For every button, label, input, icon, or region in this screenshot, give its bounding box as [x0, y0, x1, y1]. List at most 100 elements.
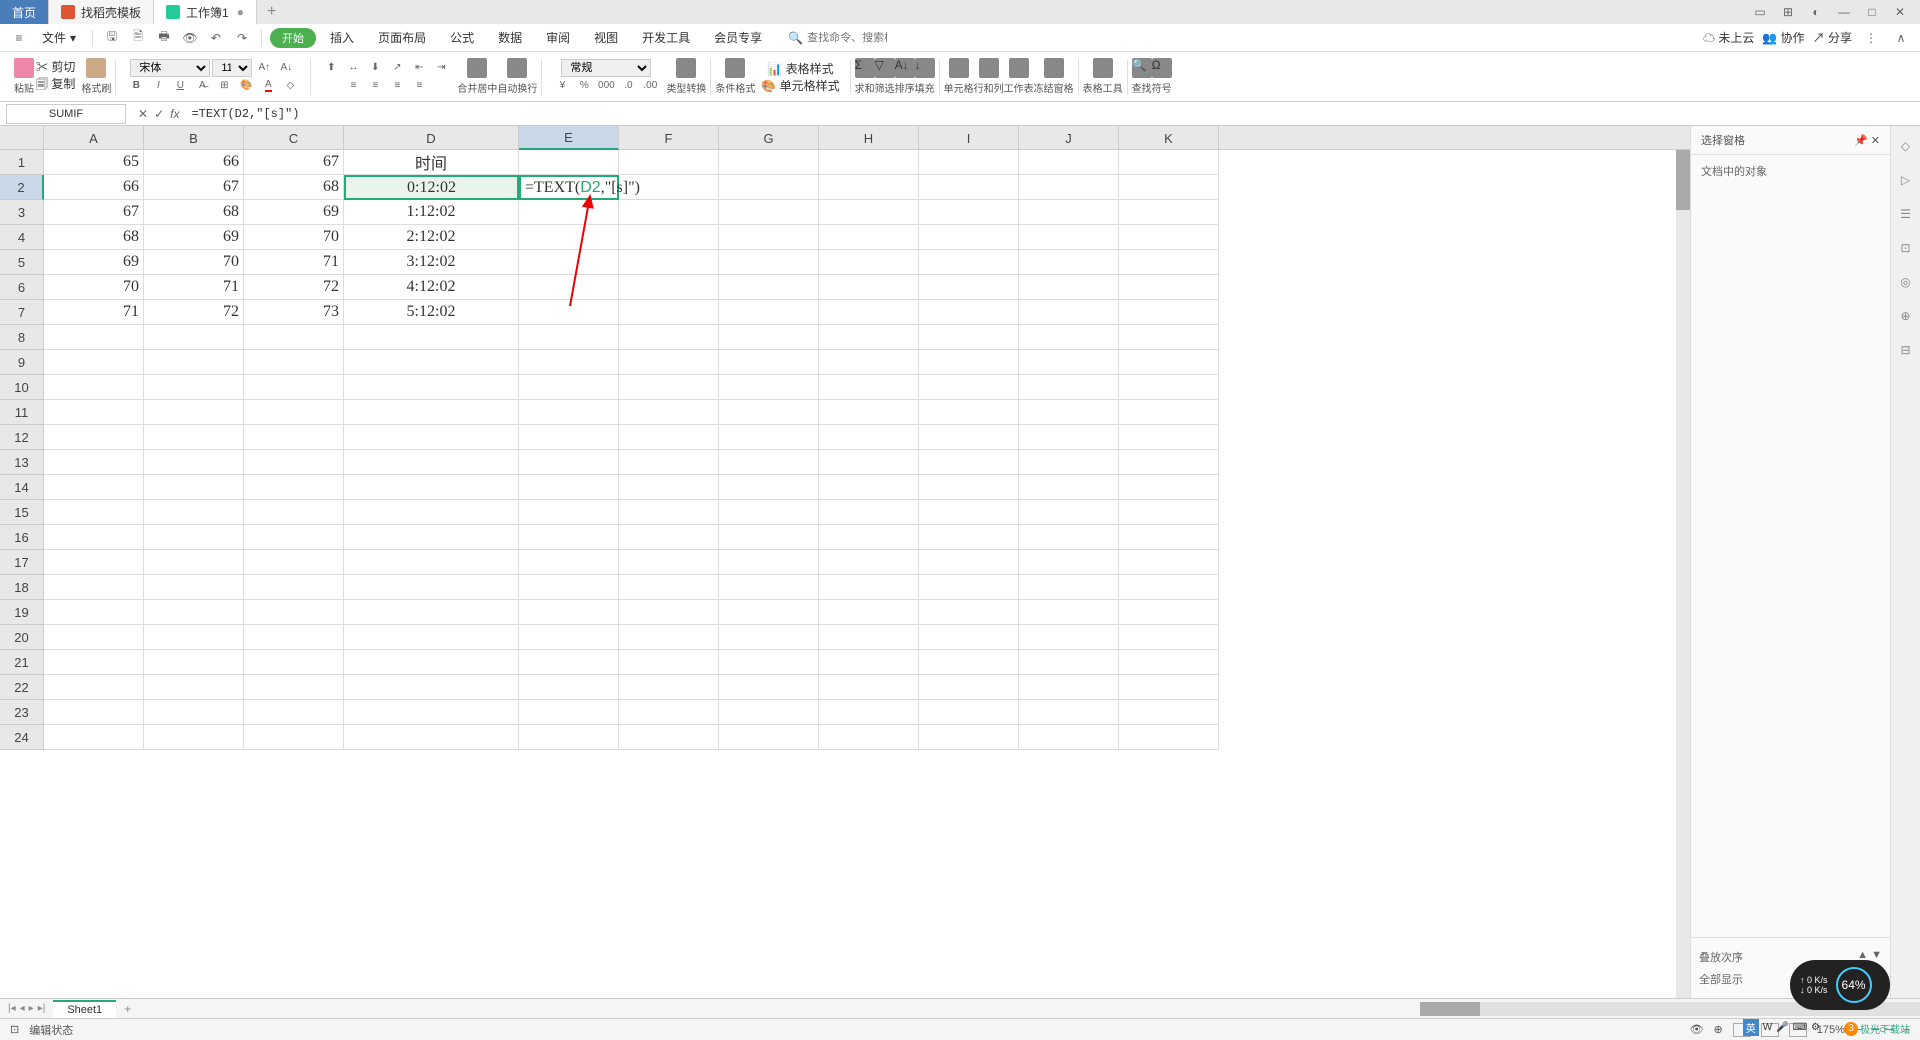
cell[interactable]	[1019, 175, 1119, 200]
cell-button[interactable]: 单元格	[944, 58, 974, 95]
col-header-b[interactable]: B	[144, 126, 244, 150]
format-painter-button[interactable]: 格式刷	[81, 58, 111, 95]
cancel-formula-icon[interactable]: ✕	[138, 107, 148, 121]
row-header[interactable]: 16	[0, 525, 44, 550]
cell[interactable]	[719, 175, 819, 200]
more-icon[interactable]: ⋮	[1860, 27, 1882, 49]
cell[interactable]	[1119, 525, 1219, 550]
cell[interactable]	[619, 225, 719, 250]
accept-formula-icon[interactable]: ✓	[154, 107, 164, 121]
cell[interactable]: 71	[44, 300, 144, 325]
cell[interactable]	[244, 575, 344, 600]
cell[interactable]	[819, 725, 919, 750]
hamburger-icon[interactable]: ≡	[8, 27, 30, 49]
cell[interactable]: 4:12:02	[344, 275, 519, 300]
cell[interactable]	[144, 575, 244, 600]
row-header[interactable]: 2	[0, 175, 44, 200]
cell[interactable]	[344, 425, 519, 450]
cell[interactable]	[519, 650, 619, 675]
share-button[interactable]: ↗ 分享	[1813, 29, 1852, 46]
tab-add-button[interactable]: +	[257, 3, 286, 21]
cell[interactable]	[919, 325, 1019, 350]
cell[interactable]	[719, 375, 819, 400]
cell[interactable]	[144, 725, 244, 750]
cell[interactable]	[1019, 200, 1119, 225]
cell[interactable]	[619, 650, 719, 675]
strike-icon[interactable]: A̶	[192, 77, 212, 95]
cell[interactable]: 1:12:02	[344, 200, 519, 225]
cell[interactable]	[819, 550, 919, 575]
cell[interactable]	[919, 350, 1019, 375]
indent-left-icon[interactable]: ⇤	[409, 59, 429, 77]
cell[interactable]	[819, 300, 919, 325]
cell[interactable]	[519, 275, 619, 300]
row-header[interactable]: 22	[0, 675, 44, 700]
cell[interactable]	[1019, 275, 1119, 300]
cell[interactable]	[1119, 475, 1219, 500]
cell[interactable]	[619, 675, 719, 700]
row-header[interactable]: 10	[0, 375, 44, 400]
cell[interactable]	[719, 425, 819, 450]
cell[interactable]	[619, 325, 719, 350]
cell[interactable]	[1119, 375, 1219, 400]
cell[interactable]	[44, 375, 144, 400]
cell[interactable]: 67	[44, 200, 144, 225]
cell[interactable]	[1019, 475, 1119, 500]
cell[interactable]	[919, 150, 1019, 175]
cell[interactable]	[519, 375, 619, 400]
row-header[interactable]: 11	[0, 400, 44, 425]
menu-member[interactable]: 会员专享	[704, 27, 772, 48]
cell[interactable]	[1019, 525, 1119, 550]
close-button[interactable]: ✕	[1890, 2, 1910, 22]
cell[interactable]	[244, 325, 344, 350]
cell[interactable]	[819, 600, 919, 625]
increase-decimal-icon[interactable]: .00	[640, 77, 660, 95]
cell[interactable]	[719, 200, 819, 225]
cell[interactable]	[919, 625, 1019, 650]
cell[interactable]	[619, 700, 719, 725]
cell[interactable]	[1119, 250, 1219, 275]
cell[interactable]	[619, 475, 719, 500]
cell[interactable]	[244, 375, 344, 400]
cell[interactable]	[619, 575, 719, 600]
cell[interactable]	[1119, 575, 1219, 600]
cell[interactable]	[519, 425, 619, 450]
cell[interactable]	[344, 575, 519, 600]
settings-icon[interactable]: ⊟	[1896, 340, 1916, 360]
cell[interactable]	[819, 175, 919, 200]
maximize-button[interactable]: □	[1862, 2, 1882, 22]
cell[interactable]	[44, 725, 144, 750]
cell[interactable]	[719, 650, 819, 675]
cell[interactable]	[819, 200, 919, 225]
col-header-f[interactable]: F	[619, 126, 719, 150]
cell[interactable]	[719, 500, 819, 525]
cell[interactable]: 66	[144, 150, 244, 175]
name-box[interactable]: SUMIF	[6, 104, 126, 124]
cell[interactable]: 72	[244, 275, 344, 300]
cell[interactable]	[1019, 550, 1119, 575]
cell[interactable]	[244, 400, 344, 425]
cell[interactable]: 71	[144, 275, 244, 300]
cell[interactable]	[1119, 675, 1219, 700]
cell[interactable]	[719, 300, 819, 325]
menu-dev-tools[interactable]: 开发工具	[632, 27, 700, 48]
row-header[interactable]: 12	[0, 425, 44, 450]
cell[interactable]	[44, 475, 144, 500]
sheet-tab[interactable]: Sheet1	[53, 1000, 116, 1018]
cell[interactable]: =TEXT(D2,"[s]")	[519, 175, 619, 200]
cell[interactable]	[1119, 300, 1219, 325]
cell[interactable]	[819, 500, 919, 525]
cell[interactable]	[44, 400, 144, 425]
sum-button[interactable]: Σ求和	[855, 58, 875, 95]
cell[interactable]	[344, 350, 519, 375]
cell[interactable]: 68	[44, 225, 144, 250]
cell[interactable]	[344, 500, 519, 525]
cell[interactable]	[1119, 150, 1219, 175]
cell[interactable]: 68	[244, 175, 344, 200]
thousands-icon[interactable]: 000	[596, 77, 616, 95]
row-header[interactable]: 9	[0, 350, 44, 375]
formula-input[interactable]: =TEXT(D2,"[s]")	[185, 107, 1920, 121]
row-header[interactable]: 5	[0, 250, 44, 275]
cell[interactable]: 65	[44, 150, 144, 175]
cell[interactable]: 73	[244, 300, 344, 325]
